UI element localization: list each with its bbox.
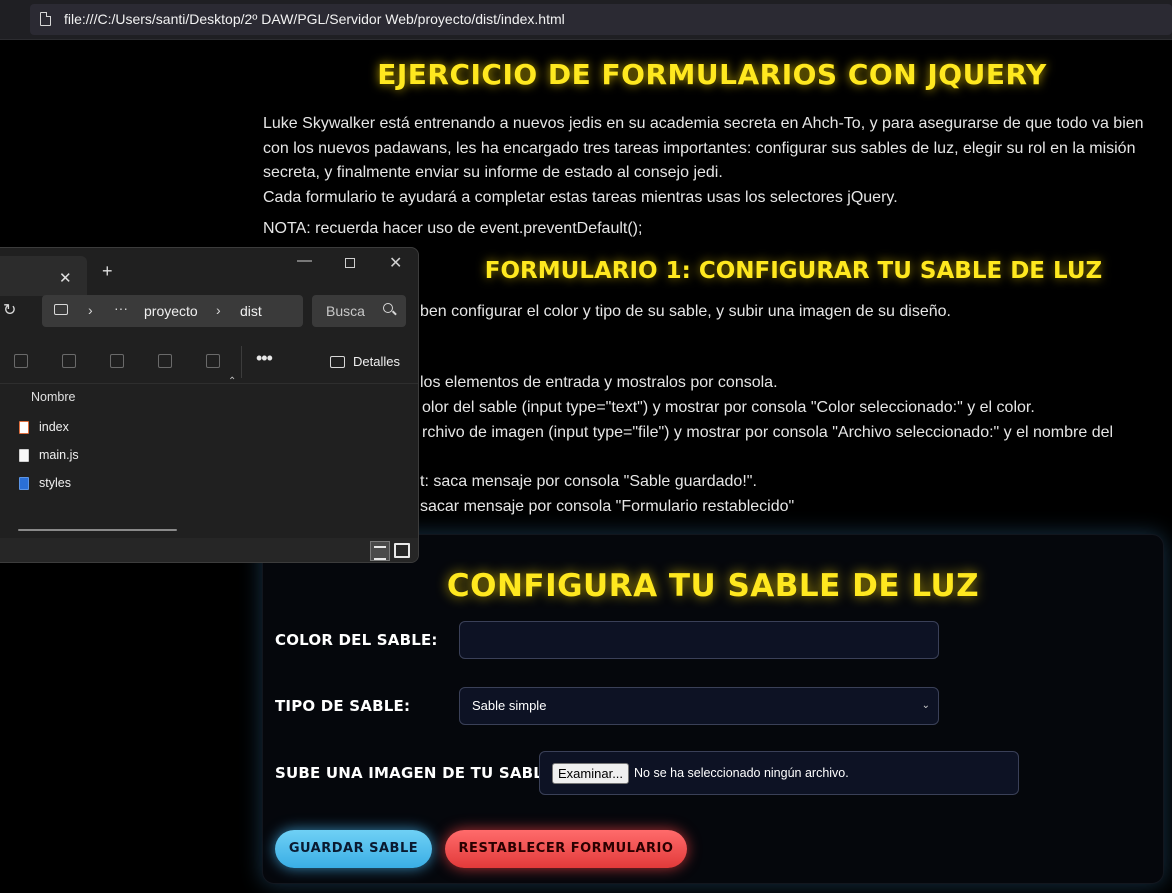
save-button[interactable]: GUARDAR SABLE (275, 830, 432, 868)
refresh-icon[interactable]: ↻ (3, 300, 16, 320)
copy-icon[interactable] (14, 354, 28, 368)
file-explorer-window: ✕ + — ✕ ↻ › ··· proyecto › dist Busca ••… (0, 247, 419, 563)
task-item: los elementos de entrada y mostralos por… (420, 374, 778, 391)
tipo-select[interactable]: Sable simple ⌄ (459, 687, 939, 725)
tipo-selected-value: Sable simple (472, 698, 547, 713)
chevron-down-icon: ⌄ (921, 700, 930, 711)
minimize-icon[interactable]: — (297, 252, 312, 269)
task-item: sacar mensaje por consola "Formulario re… (420, 497, 795, 515)
color-input[interactable] (459, 621, 939, 659)
toolbar-divider (241, 346, 242, 378)
file-status: No se ha seleccionado ningún archivo. (634, 766, 849, 780)
window-close-icon[interactable]: ✕ (389, 253, 402, 273)
file-name: index (39, 420, 69, 434)
address-bar[interactable]: file:///C:/Users/santi/Desktop/2º DAW/PG… (30, 4, 1172, 35)
monitor-icon (54, 304, 68, 315)
delete-icon[interactable] (206, 354, 220, 368)
details-view-icon[interactable] (370, 541, 390, 561)
chevron-right-icon: › (216, 302, 221, 318)
explorer-tab[interactable]: ✕ (0, 256, 87, 296)
intro-line: Cada formulario te ayudará a completar e… (263, 188, 898, 206)
intro-line: Luke Skywalker está entrenando a nuevos … (263, 115, 1144, 132)
breadcrumb-dist[interactable]: dist (240, 303, 262, 319)
file-input[interactable]: Examinar... No se ha seleccionado ningún… (539, 751, 1019, 795)
task-item: rchivo de imagen (input type="file") y m… (422, 423, 1114, 441)
html-file-icon (19, 421, 29, 434)
column-header-name[interactable]: Nombre (31, 390, 75, 404)
task-item (422, 445, 1140, 470)
file-name: styles (39, 476, 71, 490)
search-placeholder: Busca (326, 303, 365, 319)
chevron-right-icon: › (88, 302, 93, 318)
horizontal-scrollbar[interactable] (18, 529, 177, 531)
share-icon[interactable] (158, 354, 172, 368)
search-icon (383, 303, 393, 313)
maximize-icon[interactable] (345, 258, 355, 268)
intro-text: Luke Skywalker está entrenando a nuevos … (263, 112, 1153, 210)
browse-button[interactable]: Examinar... (552, 763, 630, 784)
details-button[interactable]: Detalles (353, 354, 400, 369)
nota-text: NOTA: recuerda hacer uso de event.preven… (263, 220, 643, 237)
file-icon (40, 12, 51, 26)
js-file-icon (19, 449, 29, 462)
address-url[interactable]: file:///C:/Users/santi/Desktop/2º DAW/PG… (64, 11, 565, 27)
intro-line: con los nuevos padawans, les ha encargad… (263, 139, 1136, 157)
css-file-icon (19, 477, 29, 490)
explorer-search[interactable]: Busca (312, 295, 406, 327)
tiles-view-icon[interactable] (394, 543, 410, 558)
explorer-command-bar: ••• Detalles (0, 340, 418, 384)
section-description: ben configurar el color y tipo de su sab… (420, 303, 951, 320)
sort-arrow-icon: ⌃ (228, 376, 237, 387)
close-icon[interactable]: ✕ (59, 269, 72, 287)
explorer-breadcrumb[interactable]: › ··· proyecto › dist (42, 295, 303, 327)
lightsaber-form: CONFIGURA TU SABLE DE LUZ COLOR DEL SABL… (262, 534, 1164, 884)
task-list: los elementos de entrada y mostralos por… (420, 371, 1140, 520)
color-label: COLOR DEL SABLE: (275, 631, 438, 649)
reset-button[interactable]: RESTABLECER FORMULARIO (445, 830, 687, 868)
form-title: CONFIGURA TU SABLE DE LUZ (446, 568, 980, 604)
paste-icon[interactable] (62, 354, 76, 368)
intro-line: secreta, y finalmente enviar su informe … (263, 164, 723, 181)
more-options-icon[interactable]: ••• (256, 348, 273, 369)
breadcrumb-proyecto[interactable]: proyecto (144, 303, 198, 319)
explorer-status-bar (0, 538, 418, 562)
page-title: EJERCICIO DE FORMULARIOS CON JQUERY (377, 58, 1047, 91)
browser-toolbar: file:///C:/Users/santi/Desktop/2º DAW/PG… (0, 0, 1172, 40)
details-pane-icon[interactable] (330, 356, 345, 368)
more-icon[interactable]: ··· (114, 300, 128, 316)
plus-icon[interactable]: + (102, 261, 113, 282)
file-name: main.js (39, 448, 79, 462)
task-item: olor del sable (input type="text") y mos… (422, 398, 1035, 416)
rename-icon[interactable] (110, 354, 124, 368)
tipo-label: TIPO DE SABLE: (275, 697, 411, 715)
imagen-label: SUBE UNA IMAGEN DE TU SABLE: (275, 764, 560, 782)
task-item: t: saca mensaje por consola "Sable guard… (420, 473, 757, 491)
